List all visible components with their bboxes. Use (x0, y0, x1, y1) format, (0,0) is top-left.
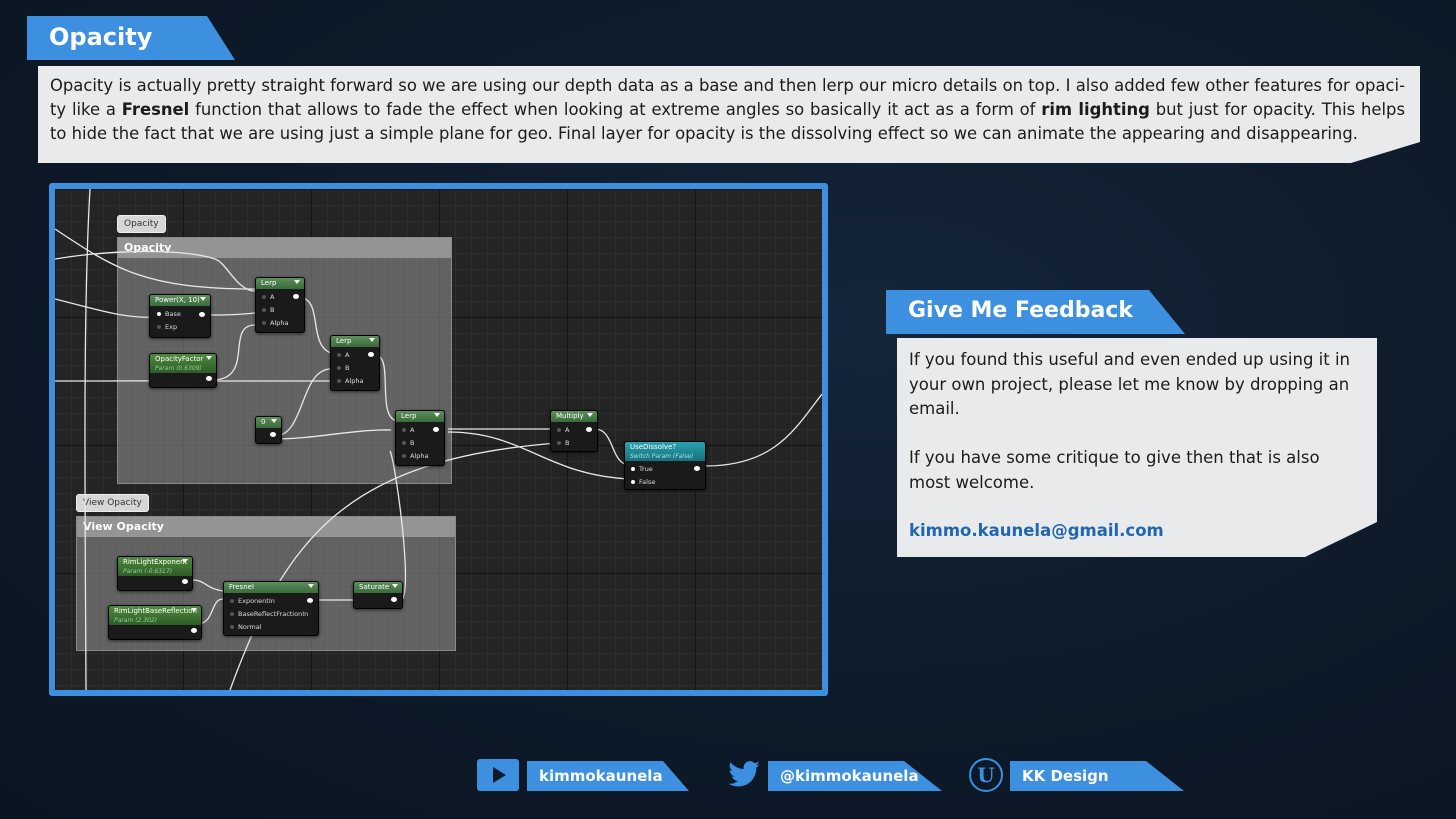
pin-b[interactable]: B (336, 364, 349, 372)
pin-b[interactable]: B (261, 306, 274, 314)
intro-text: Opacity is actually pretty straight forw… (50, 74, 1405, 146)
chevron-down-icon[interactable] (369, 338, 375, 342)
opacity-factor-sub: Param (0.6309) (155, 365, 202, 372)
use-dissolve-sub: Switch Param (False) (630, 453, 694, 460)
fresnel-output-pin[interactable] (307, 598, 313, 603)
intro-panel: Opacity is actually pretty straight forw… (38, 66, 1420, 163)
use-dissolve-title: UseDissolve? Switch Param (False) (625, 442, 705, 461)
opacity-factor-node[interactable]: OpacityFactor Param (0.6309) (149, 353, 217, 388)
use-dissolve-output-pin[interactable] (694, 466, 700, 471)
rim-light-base-reflection-sub: Param (2.302) (114, 617, 158, 624)
twitter-label[interactable]: @kimmokaunela (768, 761, 942, 791)
pin-exp[interactable]: Exp (156, 323, 177, 331)
power-node[interactable]: Power(X, 10) Base Exp (149, 294, 211, 338)
svg-text:U: U (977, 763, 994, 787)
graph-frame: Opacity Opacity View Opacity View Opacit… (49, 183, 828, 696)
pin-true[interactable]: True (631, 465, 653, 473)
pin-a[interactable]: A (556, 426, 569, 434)
unreal-label[interactable]: KK Design (1010, 761, 1184, 791)
chevron-down-icon[interactable] (182, 559, 188, 563)
saturate-node[interactable]: Saturate (353, 581, 403, 609)
pin-alpha[interactable]: Alpha (336, 377, 363, 385)
section-title: Opacity (49, 23, 153, 51)
power-output-pin[interactable] (199, 312, 205, 317)
lerp-3-output-pin[interactable] (433, 427, 439, 432)
intro-bold-fresnel: Fresnel (121, 100, 190, 119)
pin-a[interactable]: A (401, 426, 414, 434)
rim-light-exponent-title: RimLightExponent Param (-0.6317) (118, 557, 192, 576)
pin-base[interactable]: Base (157, 310, 181, 318)
chevron-down-icon[interactable] (271, 419, 277, 423)
use-dissolve-label: UseDissolve? (630, 443, 677, 451)
material-graph[interactable]: Opacity Opacity View Opacity View Opacit… (55, 189, 822, 690)
opacity-factor-output-pin[interactable] (206, 376, 212, 381)
pin-base-reflect-fraction-in[interactable]: BaseReflectFractionIn (229, 610, 308, 618)
rim-light-base-reflection-title: RimLightBaseReflection Param (2.302) (109, 606, 201, 625)
rim-light-exponent-label: RimLightExponent (123, 558, 188, 566)
feedback-title: Give Me Feedback (908, 298, 1133, 323)
chevron-down-icon[interactable] (434, 413, 440, 417)
rim-light-exponent-node[interactable]: RimLightExponent Param (-0.6317) (117, 556, 193, 591)
pin-a[interactable]: A (261, 293, 274, 301)
rim-light-exponent-sub: Param (-0.6317) (123, 568, 173, 575)
lerp-node-1[interactable]: Lerp A B Alpha (255, 277, 305, 333)
chevron-down-icon[interactable] (200, 297, 206, 301)
chevron-down-icon[interactable] (294, 280, 300, 284)
pin-alpha[interactable]: Alpha (401, 452, 428, 460)
social-twitter[interactable]: @kimmokaunela (726, 757, 942, 791)
intro-text-part2: function that allows to fade the effect … (189, 100, 1042, 119)
unreal-icon: U (969, 758, 1003, 792)
chevron-down-icon[interactable] (308, 584, 314, 588)
zero-constant-title: 0 (256, 417, 281, 428)
zero-constant-node[interactable]: 0 (255, 416, 282, 444)
multiply-output-pin[interactable] (586, 427, 592, 432)
zero-output-pin[interactable] (270, 432, 276, 437)
chevron-down-icon[interactable] (191, 608, 197, 612)
rim-light-base-reflection-label: RimLightBaseReflection (114, 607, 197, 615)
fresnel-title: Fresnel (224, 582, 318, 593)
twitter-icon (728, 761, 760, 787)
saturate-output-pin[interactable] (391, 597, 397, 602)
lerp-node-3[interactable]: Lerp A B Alpha (395, 410, 445, 466)
feedback-title-tab: Give Me Feedback (886, 290, 1185, 334)
lerp-node-2[interactable]: Lerp A B Alpha (330, 335, 380, 391)
feedback-paragraph-2: If you have some critique to give then t… (909, 448, 1320, 492)
rim-light-base-reflection-node[interactable]: RimLightBaseReflection Param (2.302) (108, 605, 202, 640)
rim-light-exponent-output-pin[interactable] (182, 579, 188, 584)
feedback-email-link[interactable]: kimmo.kaunela@gmail.com (909, 519, 1364, 544)
youtube-icon (477, 759, 519, 791)
chevron-down-icon[interactable] (392, 584, 398, 588)
opacity-factor-label: OpacityFactor (155, 355, 204, 363)
social-unreal[interactable]: U KK Design (968, 757, 1184, 792)
pin-normal[interactable]: Normal (230, 623, 262, 631)
chevron-down-icon[interactable] (587, 413, 593, 417)
social-youtube[interactable]: kimmokaunela (477, 757, 689, 791)
pin-false[interactable]: False (630, 478, 655, 486)
pin-a[interactable]: A (336, 351, 349, 359)
pin-alpha[interactable]: Alpha (261, 319, 288, 327)
multiply-node[interactable]: Multiply A B (550, 410, 598, 452)
feedback-panel: If you found this useful and even ended … (897, 338, 1377, 557)
rim-light-base-reflection-output-pin[interactable] (191, 628, 197, 633)
section-title-tab: Opacity (27, 16, 235, 60)
lerp-2-output-pin[interactable] (368, 352, 374, 357)
lerp-1-output-pin[interactable] (293, 294, 299, 299)
use-dissolve-node[interactable]: UseDissolve? Switch Param (False) True Fa… (624, 441, 706, 490)
fresnel-node[interactable]: Fresnel ExponentIn BaseReflectFractionIn… (223, 581, 319, 636)
pin-exponent-in[interactable]: ExponentIn (230, 597, 275, 605)
intro-bold-rim-lighting: rim lighting (1041, 100, 1150, 119)
pin-b[interactable]: B (556, 439, 569, 447)
chevron-down-icon[interactable] (206, 356, 212, 360)
feedback-paragraph-1: If you found this useful and even ended … (909, 350, 1351, 418)
youtube-label[interactable]: kimmokaunela (527, 761, 689, 791)
pin-b[interactable]: B (401, 439, 414, 447)
